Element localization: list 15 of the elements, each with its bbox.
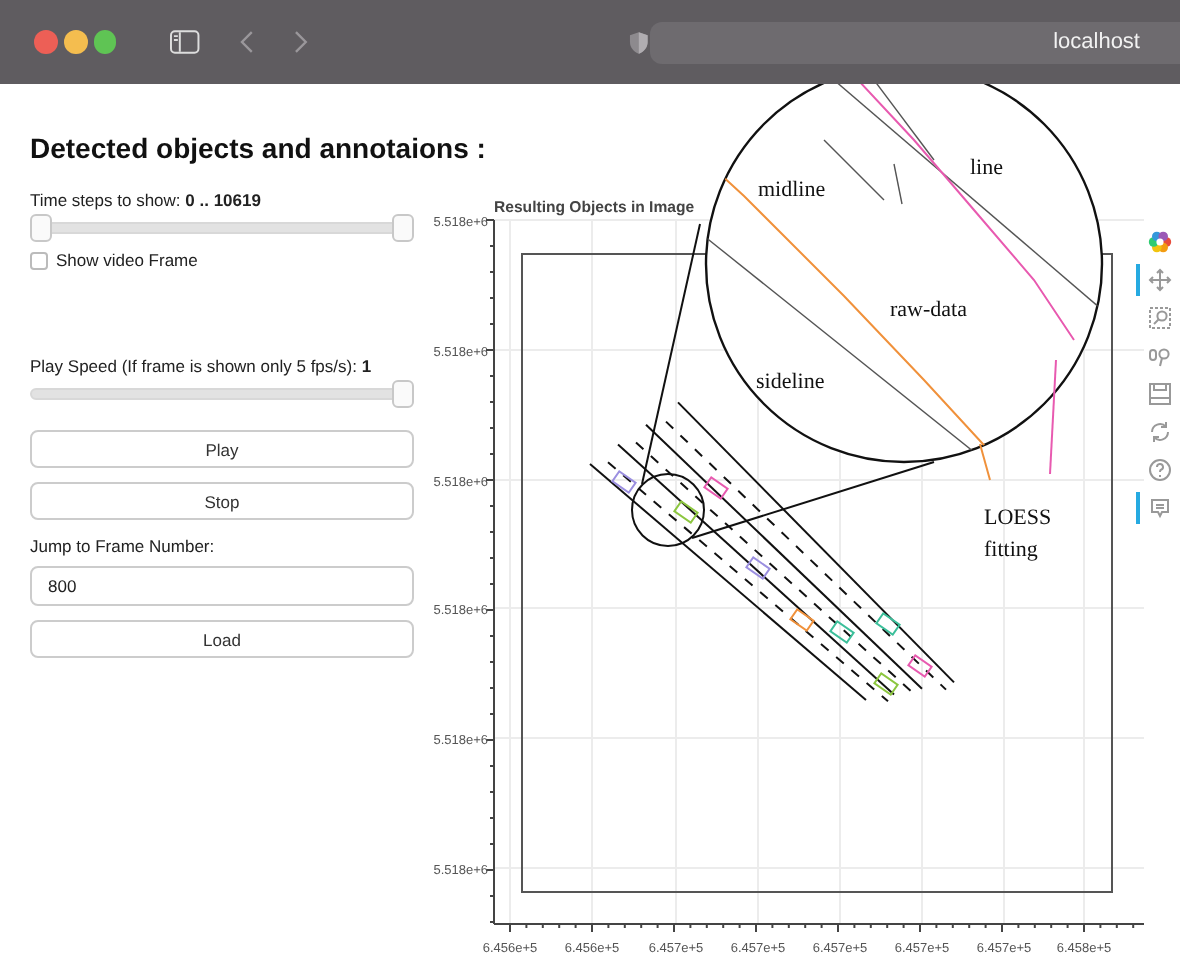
jump-label: Jump to Frame Number: xyxy=(30,536,217,556)
page-title: Detected objects and annotaions : xyxy=(30,130,486,166)
annotation-label: midline xyxy=(758,178,826,202)
load-button[interactable]: Load xyxy=(30,620,414,658)
control-button[interactable]: Stop xyxy=(30,482,414,520)
control-button[interactable]: Play xyxy=(30,430,414,468)
annotation-label: sideline xyxy=(756,370,825,394)
play-speed-label: Play Speed (If frame is shown only 5 fps/s): 1 xyxy=(30,356,374,376)
annotation-label: line xyxy=(970,156,1003,180)
show-video-frame-checkbox[interactable]: Show video Frame xyxy=(30,250,414,270)
annotation-label: LOESS fitting xyxy=(984,506,1052,562)
frame-number-input[interactable]: 800 xyxy=(30,566,414,606)
address-field[interactable]: localhost xyxy=(649,21,1180,63)
time-steps-label: Time steps to show: 0 .. 10619 xyxy=(30,190,263,210)
annotation-label: raw-data xyxy=(890,298,967,322)
